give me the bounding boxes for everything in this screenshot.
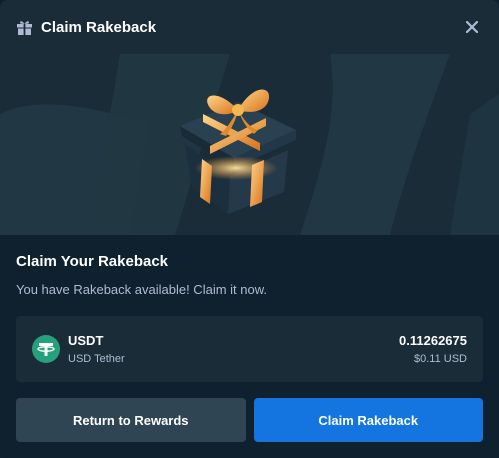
claim-rakeback-button[interactable]: Claim Rakeback	[253, 398, 483, 442]
claim-rakeback-modal: Claim Rakeback Claim Your Rakeback You h…	[0, 0, 499, 458]
gift-icon	[16, 19, 33, 36]
asset-code: USDT	[68, 333, 104, 348]
section-subtext: You have Rakeback available! Claim it no…	[16, 282, 267, 297]
modal-header: Claim Rakeback	[0, 0, 499, 54]
asset-names: USDT USD Tether	[68, 333, 399, 365]
asset-amount: 0.11262675	[399, 333, 467, 348]
asset-values: 0.11262675 $0.11 USD	[399, 333, 467, 365]
gift-box-illustration	[180, 89, 296, 214]
section-heading: Claim Your Rakeback	[16, 253, 169, 270]
modal-content: Claim Your Rakeback You have Rakeback av…	[0, 253, 499, 442]
modal-actions: Return to Rewards Claim Rakeback	[16, 398, 483, 442]
modal-title: Claim Rakeback	[41, 18, 157, 36]
rakeback-banner	[0, 54, 499, 235]
rakeback-asset-card: USDT USD Tether 0.11262675 $0.11 USD	[16, 316, 483, 382]
asset-name: USD Tether	[68, 353, 125, 365]
close-icon	[466, 21, 478, 33]
asset-usd-value: $0.11 USD	[414, 353, 467, 365]
tether-icon	[32, 335, 60, 363]
close-button[interactable]	[461, 16, 483, 38]
return-to-rewards-button[interactable]: Return to Rewards	[16, 398, 246, 442]
